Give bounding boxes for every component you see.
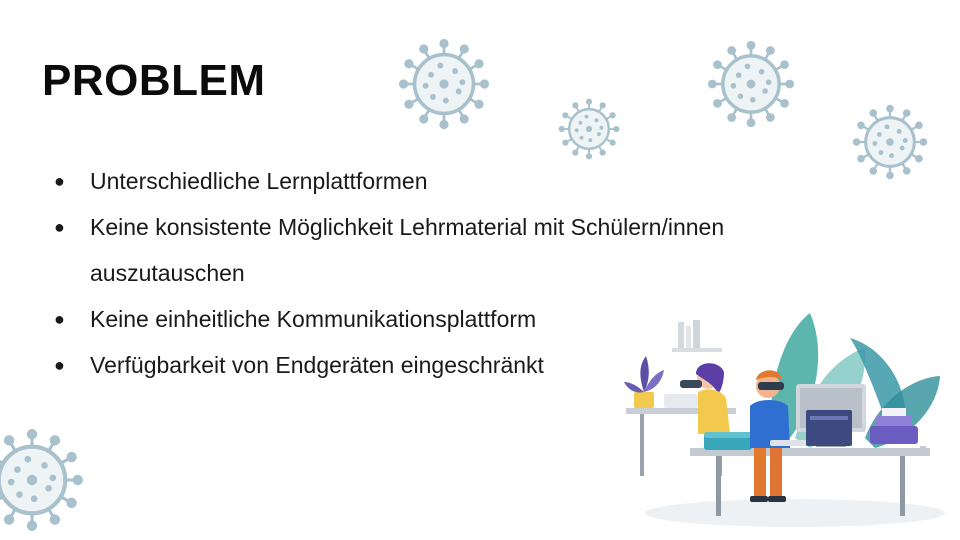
bullet-text: Verfügbarkeit von Endgeräten eingeschrän…: [90, 352, 544, 378]
bullet-item: ● Unterschiedliche Lernplattformen: [52, 158, 852, 204]
bullet-text: Keine konsistente Möglichkeit Lehrmateri…: [90, 214, 725, 286]
bullet-marker: ●: [54, 355, 65, 375]
bullet-marker: ●: [54, 309, 65, 329]
coronavirus-icon: [852, 104, 928, 180]
coronavirus-icon: [558, 98, 620, 160]
slide-title: PROBLEM: [42, 56, 266, 105]
bullet-text: Keine einheitliche Kommunikationsplattfo…: [90, 306, 537, 332]
presentation-slide: PROBLEM ● Unterschiedliche Lernplattform…: [0, 0, 960, 540]
bullet-marker: ●: [54, 217, 65, 237]
bullet-item: ● Keine konsistente Möglichkeit Lehrmate…: [52, 204, 852, 296]
bullet-text: Unterschiedliche Lernplattformen: [90, 168, 428, 194]
bullet-marker: ●: [54, 171, 65, 191]
coronavirus-icon: [398, 38, 490, 130]
coronavirus-icon: [0, 429, 83, 531]
home-office-people-illustration: [624, 313, 945, 527]
coronavirus-icon: [707, 40, 795, 128]
